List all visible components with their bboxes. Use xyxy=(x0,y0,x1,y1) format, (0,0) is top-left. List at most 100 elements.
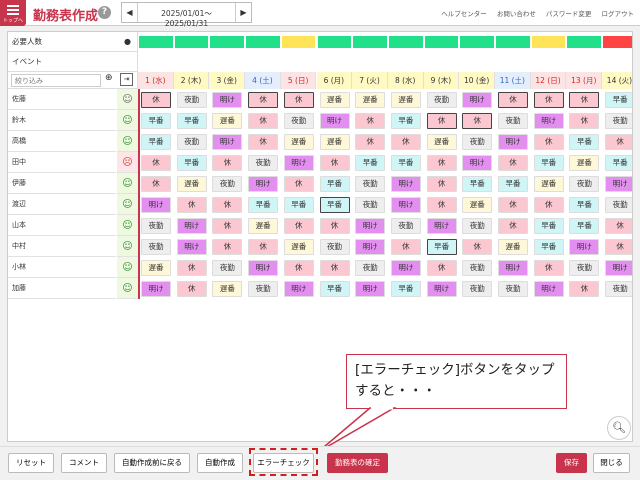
shift-cell[interactable]: 遅番 xyxy=(355,92,386,108)
shift-cell[interactable]: 早番 xyxy=(283,197,314,213)
day-header[interactable]: 9 (木) xyxy=(423,72,460,89)
shift-cell[interactable]: 明け xyxy=(390,176,421,192)
shift-cell[interactable]: 早番 xyxy=(319,197,350,213)
reset-button[interactable]: リセット xyxy=(8,453,54,473)
shift-cell[interactable]: 明け xyxy=(533,113,564,129)
shift-cell[interactable]: 遅番 xyxy=(283,134,314,150)
shift-cell[interactable]: 夜勤 xyxy=(462,218,493,234)
shift-cell[interactable]: 夜勤 xyxy=(355,260,386,276)
shift-cell[interactable]: 休 xyxy=(498,197,528,213)
shift-cell[interactable]: 早番 xyxy=(498,176,528,192)
shift-cell[interactable]: 遅番 xyxy=(390,92,421,108)
shift-cell[interactable]: 明け xyxy=(283,281,314,297)
shift-cell[interactable]: 夜勤 xyxy=(319,239,350,255)
shift-cell[interactable]: 休 xyxy=(462,239,493,255)
shift-cell[interactable]: 明け xyxy=(212,134,243,150)
day-header[interactable]: 10 (金) xyxy=(459,72,495,89)
zoom-search-icon[interactable]: ⊕ xyxy=(105,73,113,83)
shift-cell[interactable]: 休 xyxy=(176,260,207,276)
shift-cell[interactable]: 休 xyxy=(569,92,600,108)
staff-name[interactable]: 山本 xyxy=(8,215,116,236)
shift-cell[interactable]: 早番 xyxy=(569,197,600,213)
shift-cell[interactable]: 早番 xyxy=(355,155,386,171)
shift-cell[interactable]: 早番 xyxy=(141,113,171,129)
shift-cell[interactable]: 休 xyxy=(605,239,632,255)
shift-cell[interactable]: 休 xyxy=(426,197,457,213)
logout-link[interactable]: ログアウト xyxy=(602,10,635,18)
shift-cell[interactable]: 夜勤 xyxy=(212,176,243,192)
shift-cell[interactable]: 遅番 xyxy=(569,155,600,171)
help-center-link[interactable]: ヘルプセンター xyxy=(441,10,487,18)
shift-cell[interactable]: 休 xyxy=(319,218,350,234)
shift-cell[interactable]: 明け xyxy=(319,113,350,129)
shift-cell[interactable]: 明け xyxy=(355,281,386,297)
shift-cell[interactable]: 早番 xyxy=(248,197,279,213)
shift-cell[interactable]: 明け xyxy=(426,281,457,297)
staff-name[interactable]: 伊藤 xyxy=(8,173,116,194)
shift-cell[interactable]: 明け xyxy=(176,239,207,255)
shift-cell[interactable]: 明け xyxy=(355,218,386,234)
shift-cell[interactable]: 明け xyxy=(605,260,632,276)
shift-cell[interactable]: 遅番 xyxy=(319,134,350,150)
shift-cell[interactable]: 夜勤 xyxy=(248,281,279,297)
shift-cell[interactable]: 休 xyxy=(141,176,171,192)
shift-cell[interactable]: 明け xyxy=(390,260,421,276)
shift-cell[interactable]: 夜勤 xyxy=(462,281,493,297)
shift-cell[interactable]: 夜勤 xyxy=(498,281,528,297)
shift-cell[interactable]: 休 xyxy=(426,176,457,192)
shift-cell[interactable]: 早番 xyxy=(390,113,421,129)
filter-input[interactable] xyxy=(11,74,101,87)
shift-cell[interactable]: 休 xyxy=(355,113,386,129)
shift-cell[interactable]: 休 xyxy=(533,134,564,150)
shift-cell[interactable]: 夜勤 xyxy=(426,92,457,108)
shift-cell[interactable]: 休 xyxy=(426,113,457,129)
shift-cell[interactable]: 休 xyxy=(248,113,279,129)
shift-cell[interactable]: 早番 xyxy=(390,281,421,297)
shift-cell[interactable]: 遅番 xyxy=(248,218,279,234)
shift-cell[interactable]: 早番 xyxy=(533,218,564,234)
shift-cell[interactable]: 休 xyxy=(569,113,600,129)
day-header[interactable]: 6 (月) xyxy=(316,72,353,89)
shift-cell[interactable]: 明け xyxy=(176,218,207,234)
shift-cell[interactable]: 遅番 xyxy=(212,113,243,129)
shift-cell[interactable]: 遅番 xyxy=(283,239,314,255)
shift-cell[interactable]: 明け xyxy=(569,239,600,255)
shift-cell[interactable]: 夜勤 xyxy=(212,260,243,276)
zoom-in-icon[interactable]: 🔍︎ xyxy=(607,416,631,440)
shift-cell[interactable]: 夜勤 xyxy=(248,155,279,171)
shift-cell[interactable]: 休 xyxy=(498,155,528,171)
shift-cell[interactable]: 休 xyxy=(212,239,243,255)
shift-cell[interactable]: 明け xyxy=(426,218,457,234)
shift-cell[interactable]: 休 xyxy=(248,92,279,108)
shift-cell[interactable]: 夜勤 xyxy=(141,218,171,234)
contact-link[interactable]: お問い合わせ xyxy=(497,10,536,18)
shift-cell[interactable]: 休 xyxy=(141,92,171,108)
shift-cell[interactable]: 遅番 xyxy=(462,197,493,213)
day-header[interactable]: 7 (火) xyxy=(352,72,388,89)
shift-cell[interactable]: 早番 xyxy=(141,134,171,150)
shift-cell[interactable]: 夜勤 xyxy=(498,113,528,129)
next-arrow-icon[interactable]: ▶ xyxy=(235,3,251,22)
shift-cell[interactable]: 遅番 xyxy=(141,260,171,276)
auto-create-button[interactable]: 自動作成 xyxy=(197,453,243,473)
shift-cell[interactable]: 夜勤 xyxy=(605,281,632,297)
shift-cell[interactable]: 早番 xyxy=(390,155,421,171)
shift-cell[interactable]: 休 xyxy=(462,113,493,129)
shift-cell[interactable]: 夜勤 xyxy=(283,113,314,129)
shift-cell[interactable]: 早番 xyxy=(176,155,207,171)
shift-cell[interactable]: 明け xyxy=(355,239,386,255)
shift-cell[interactable]: 休 xyxy=(283,218,314,234)
staff-name[interactable]: 鈴木 xyxy=(8,110,116,131)
shift-cell[interactable]: 休 xyxy=(283,260,314,276)
shift-cell[interactable]: 夜勤 xyxy=(605,197,632,213)
shift-cell[interactable]: 夜勤 xyxy=(355,197,386,213)
shift-cell[interactable]: 明け xyxy=(141,197,171,213)
shift-cell[interactable]: 休 xyxy=(319,260,350,276)
shift-cell[interactable]: 休 xyxy=(355,134,386,150)
shift-cell[interactable]: 明け xyxy=(498,134,528,150)
shift-cell[interactable]: 早番 xyxy=(426,239,457,255)
shift-cell[interactable]: 明け xyxy=(141,281,171,297)
shift-cell[interactable]: 明け xyxy=(212,92,243,108)
shift-cell[interactable]: 明け xyxy=(533,281,564,297)
shift-cell[interactable]: 早番 xyxy=(176,113,207,129)
